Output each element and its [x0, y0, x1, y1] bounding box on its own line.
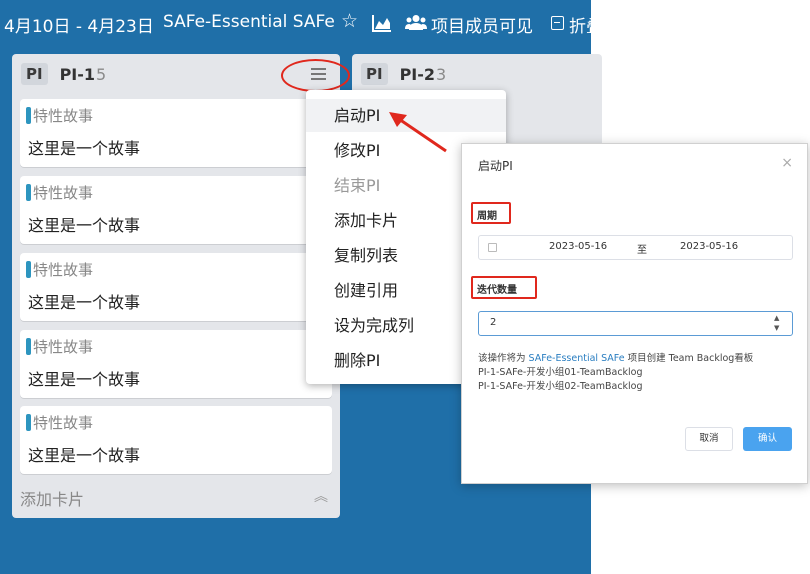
card-feature: 特性故事 [33, 414, 94, 432]
desc-prefix: 该操作将为 [478, 353, 526, 364]
feature-tag-marker [26, 261, 31, 278]
board-header: 4月10日 - 4月23日 SAFe-Essential SAFe ☆ 项目成员… [0, 0, 591, 48]
list-title: PI-2 [399, 64, 436, 84]
close-icon[interactable]: × [781, 155, 793, 171]
story-card[interactable]: 特性故事 这里是一个故事 [20, 253, 332, 321]
card-title: 这里是一个故事 [28, 370, 141, 389]
desc-suffix: 项目创建 Team Backlog看板 [627, 353, 754, 364]
highlight-ellipse [281, 59, 350, 92]
card-feature: 特性故事 [33, 261, 94, 279]
card-title: 这里是一个故事 [28, 446, 141, 465]
project-link[interactable]: SAFe-Essential SAFe [529, 353, 625, 364]
card-count: 5 [96, 64, 107, 84]
visibility-label[interactable]: 项目成员可见 [431, 12, 533, 37]
fold-label[interactable]: 折叠 [569, 12, 591, 37]
pi-badge: PI [361, 63, 388, 85]
iteration-count-label: 迭代数量 [471, 276, 537, 299]
feature-tag-marker [26, 107, 31, 124]
card-title: 这里是一个故事 [28, 293, 141, 312]
start-date[interactable]: 2023-05-16 [549, 241, 607, 252]
end-date[interactable]: 2023-05-16 [680, 241, 738, 252]
calendar-icon [488, 243, 497, 252]
list-header[interactable]: PI PI-2 3 [361, 61, 446, 87]
feature-tag-marker [26, 338, 31, 355]
dialog-description: 该操作将为 SAFe-Essential SAFe 项目创建 Team Back… [478, 352, 753, 394]
card-feature: 特性故事 [33, 338, 94, 356]
cancel-button[interactable]: 取消 [685, 427, 733, 451]
area-chart-icon[interactable] [372, 14, 392, 32]
card-feature: 特性故事 [33, 184, 94, 202]
star-icon[interactable]: ☆ [341, 10, 358, 32]
collapse-icon[interactable]: ︽ [314, 490, 328, 504]
start-pi-dialog: 启动PI × 周期 2023-05-16 至 2023-05-16 迭代数量 2… [461, 143, 808, 484]
iteration-count-value: 2 [490, 317, 497, 328]
feature-tag-marker [26, 414, 31, 431]
fold-icon[interactable] [551, 16, 564, 30]
pi-badge: PI [21, 63, 48, 85]
date-range-picker[interactable]: 2023-05-16 至 2023-05-16 [478, 235, 793, 260]
add-card-button[interactable]: 添加卡片 [20, 486, 84, 510]
card-feature: 特性故事 [33, 107, 94, 125]
feature-tag-marker [26, 184, 31, 201]
period-label: 周期 [471, 202, 511, 224]
story-card[interactable]: 特性故事 这里是一个故事 [20, 406, 332, 474]
confirm-button[interactable]: 确认 [743, 427, 792, 451]
date-separator: 至 [637, 245, 647, 256]
project-title[interactable]: SAFe-Essential SAFe [163, 12, 335, 32]
decrement-icon[interactable]: ▼ [774, 325, 779, 332]
date-range[interactable]: 4月10日 - 4月23日 [4, 12, 154, 37]
list-pi-1: PI PI-1 5 特性故事 这里是一个故事 特性故事 这里是一个故事 特性故事… [12, 54, 340, 518]
card-title: 这里是一个故事 [28, 139, 141, 158]
dialog-title: 启动PI [478, 159, 513, 173]
backlog-item: PI-1-SAFe-开发小组01-TeamBacklog [478, 367, 643, 378]
story-card[interactable]: 特性故事 这里是一个故事 [20, 99, 332, 167]
annotation-arrow [389, 112, 447, 153]
card-count: 3 [436, 64, 447, 84]
iteration-count-input[interactable]: 2 ▲ ▼ [478, 311, 793, 336]
story-card[interactable]: 特性故事 这里是一个故事 [20, 330, 332, 398]
increment-icon[interactable]: ▲ [774, 315, 779, 322]
card-title: 这里是一个故事 [28, 216, 141, 235]
list-title: PI-1 [59, 64, 96, 84]
users-icon[interactable] [405, 14, 427, 31]
story-card[interactable]: 特性故事 这里是一个故事 [20, 176, 332, 244]
list-header[interactable]: PI PI-1 5 [21, 61, 106, 87]
backlog-item: PI-1-SAFe-开发小组02-TeamBacklog [478, 381, 643, 392]
